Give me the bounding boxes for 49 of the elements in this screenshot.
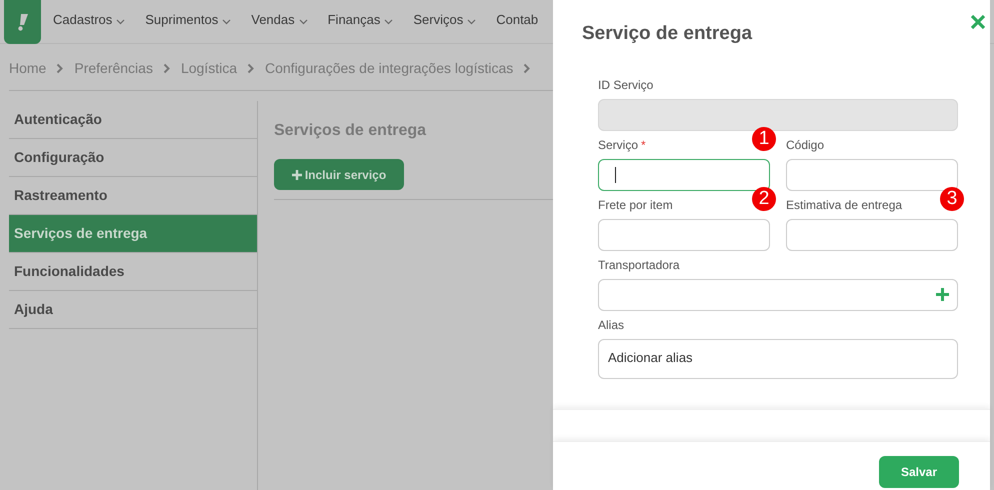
input-field[interactable] (786, 218, 958, 250)
input-field[interactable] (598, 218, 770, 250)
field-label: Frete por item (598, 196, 673, 214)
plus-icon (292, 170, 302, 180)
field-label: Transportadora (598, 256, 680, 274)
input-field[interactable] (786, 158, 958, 190)
breadcrumb-link[interactable]: Home (9, 58, 46, 78)
sidebar-item[interactable]: Autenticação (9, 101, 257, 139)
breadcrumb-link[interactable]: Preferências (74, 58, 153, 78)
field-label: Alias (598, 316, 624, 334)
nav-menu-item[interactable]: Finanças (328, 10, 394, 30)
chevron-right-icon (162, 62, 171, 74)
chevron-down-icon (384, 19, 394, 25)
sidebar-item[interactable]: Serviços de entrega (9, 215, 257, 253)
chevron-down-icon (222, 19, 232, 25)
nav-menu-item[interactable]: Contab (496, 10, 538, 30)
plus-icon[interactable] (936, 288, 949, 301)
field-label: ID Serviço (598, 76, 654, 94)
logo-icon[interactable] (16, 13, 28, 31)
text-cursor (615, 166, 616, 182)
nav-menu-item[interactable]: Vendas (251, 10, 308, 30)
annotation-badge: 3 (940, 186, 964, 210)
chevron-down-icon (116, 19, 126, 25)
annotation-badge: 2 (752, 186, 776, 210)
sidebar-item[interactable]: Configuração (9, 139, 257, 177)
section-title: Serviços de entrega (274, 121, 428, 141)
input-field[interactable] (598, 158, 770, 190)
chevron-down-icon (467, 19, 476, 25)
field-label: Serviço (598, 136, 638, 154)
drawer-title: Serviço de entrega (582, 22, 752, 46)
nav-menu-item[interactable]: Suprimentos (145, 10, 232, 30)
field-label: Código (786, 136, 824, 154)
chevron-right-icon (523, 62, 532, 74)
breadcrumb-link[interactable]: Logística (180, 58, 237, 78)
sidebar-item[interactable]: Ajuda (9, 291, 257, 329)
breadcrumb-link[interactable]: Configurações de integrações logísticas (265, 58, 514, 78)
nav-menu-item[interactable]: Cadastros (53, 10, 126, 30)
nav-menu-item[interactable]: Serviços (413, 10, 476, 30)
field-label: Estimativa de entrega (786, 196, 902, 214)
close-icon[interactable] (970, 14, 986, 30)
required-mark: * (641, 136, 646, 154)
sidebar-item[interactable]: Funcionalidades (9, 253, 257, 291)
input-field[interactable] (598, 278, 958, 310)
alias-field[interactable]: Adicionar alias (598, 338, 958, 378)
add-service-button[interactable]: Incluir serviço (274, 159, 404, 190)
chevron-down-icon (298, 19, 308, 25)
chevron-right-icon (56, 62, 64, 74)
chevron-right-icon (247, 62, 255, 74)
save-button[interactable]: Salvar (879, 456, 959, 488)
